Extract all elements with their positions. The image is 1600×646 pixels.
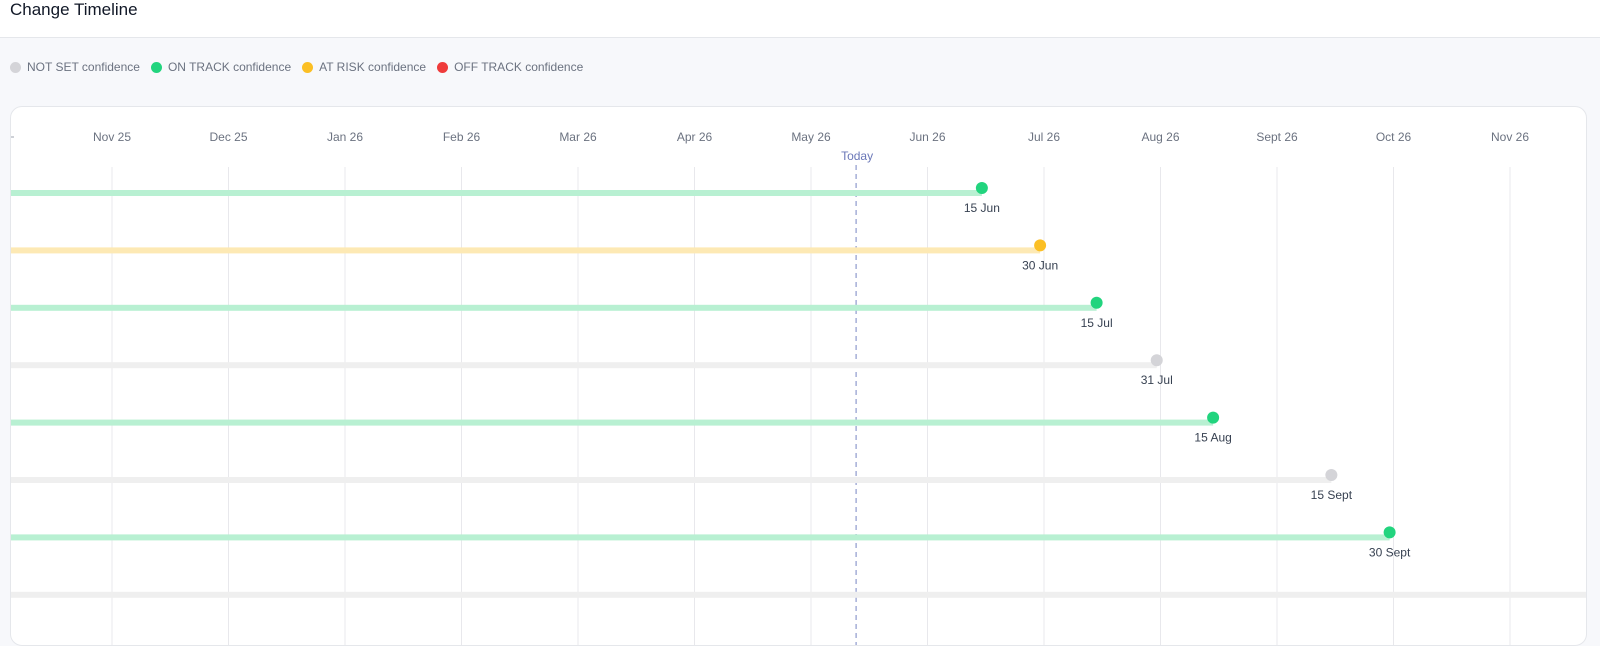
- month-label: Jun 26: [909, 130, 945, 144]
- month-label: Oct 26: [1376, 130, 1412, 144]
- month-label: Apr 26: [677, 130, 713, 144]
- legend-item-off-track: OFF TRACK confidence: [437, 60, 583, 74]
- page-title: Change Timeline: [10, 0, 138, 19]
- page-header: Change Timeline: [0, 0, 1600, 38]
- timeline-bar: [11, 304, 1097, 311]
- month-label: May 26: [791, 130, 831, 144]
- legend-label-off-track: OFF TRACK confidence: [454, 60, 584, 74]
- timeline-bar: [11, 477, 1332, 483]
- at-risk-dot-icon: [302, 61, 314, 73]
- timeline-bar: [11, 190, 982, 196]
- milestone-dot-icon: [1090, 296, 1103, 309]
- month-label: Mar 26: [559, 130, 597, 144]
- month-label: Dec 25: [209, 130, 247, 144]
- milestone-date-label: 30 Sept: [1369, 545, 1411, 559]
- milestone-dot-icon: [1325, 469, 1338, 481]
- legend-item-on-track: ON TRACK confidence: [150, 60, 292, 74]
- month-label: Feb 26: [443, 130, 481, 144]
- timeline-bar: [11, 362, 1157, 369]
- timeline-bar: [11, 247, 1041, 254]
- milestone-dot-icon: [1207, 411, 1220, 424]
- legend-item-at-risk: AT RISK confidence: [302, 60, 426, 74]
- month-label: Jan 26: [327, 130, 363, 144]
- off-track-dot-icon: [437, 61, 449, 73]
- not-set-dot-icon: [10, 61, 21, 73]
- legend-label-on-track: ON TRACK confidence: [167, 60, 292, 74]
- milestone-dot-icon: [1150, 354, 1163, 367]
- legend-item-not-set: NOT SET confidence: [10, 60, 140, 74]
- milestone-date-label: 30 Jun: [1022, 258, 1058, 272]
- month-label: Jul 26: [1028, 130, 1060, 144]
- milestone-date-label: 15 Sept: [1311, 488, 1353, 502]
- milestone-date-label: 15 Jun: [964, 201, 1000, 215]
- timeline-bar: [11, 534, 1390, 541]
- milestone-dot-icon: [1034, 239, 1047, 252]
- month-label: Aug 26: [1141, 130, 1179, 144]
- legend-label-not-set: NOT SET confidence: [27, 60, 140, 74]
- confidence-legend: NOT SET confidence ON TRACK confidence A…: [10, 60, 594, 74]
- milestone-date-label: 15 Aug: [1194, 431, 1231, 445]
- month-label: Sept 26: [1256, 130, 1298, 144]
- legend-label-at-risk: AT RISK confidence: [319, 60, 427, 74]
- milestone-date-label: 15 Jul: [1081, 316, 1113, 330]
- timeline-bar: [11, 591, 1586, 598]
- milestone-dot-icon: [1383, 526, 1396, 539]
- timeline-chart: Nov 25 Dec 25 Jan 26 Feb 26 Mar 26 Apr 26 May …: [11, 130, 1586, 645]
- timeline-panel[interactable]: Nov 25 Dec 25 Jan 26 Feb 26 Mar 26 Apr 26 May …: [10, 106, 1587, 646]
- month-label: Nov 25: [93, 130, 131, 144]
- timeline-bar: [11, 419, 1214, 426]
- month-label: Nov 26: [1491, 130, 1529, 144]
- milestone-date-label: 31 Jul: [1141, 373, 1173, 387]
- milestone-dot-icon: [975, 182, 988, 194]
- today-label: Today: [841, 149, 873, 163]
- on-track-dot-icon: [150, 61, 162, 73]
